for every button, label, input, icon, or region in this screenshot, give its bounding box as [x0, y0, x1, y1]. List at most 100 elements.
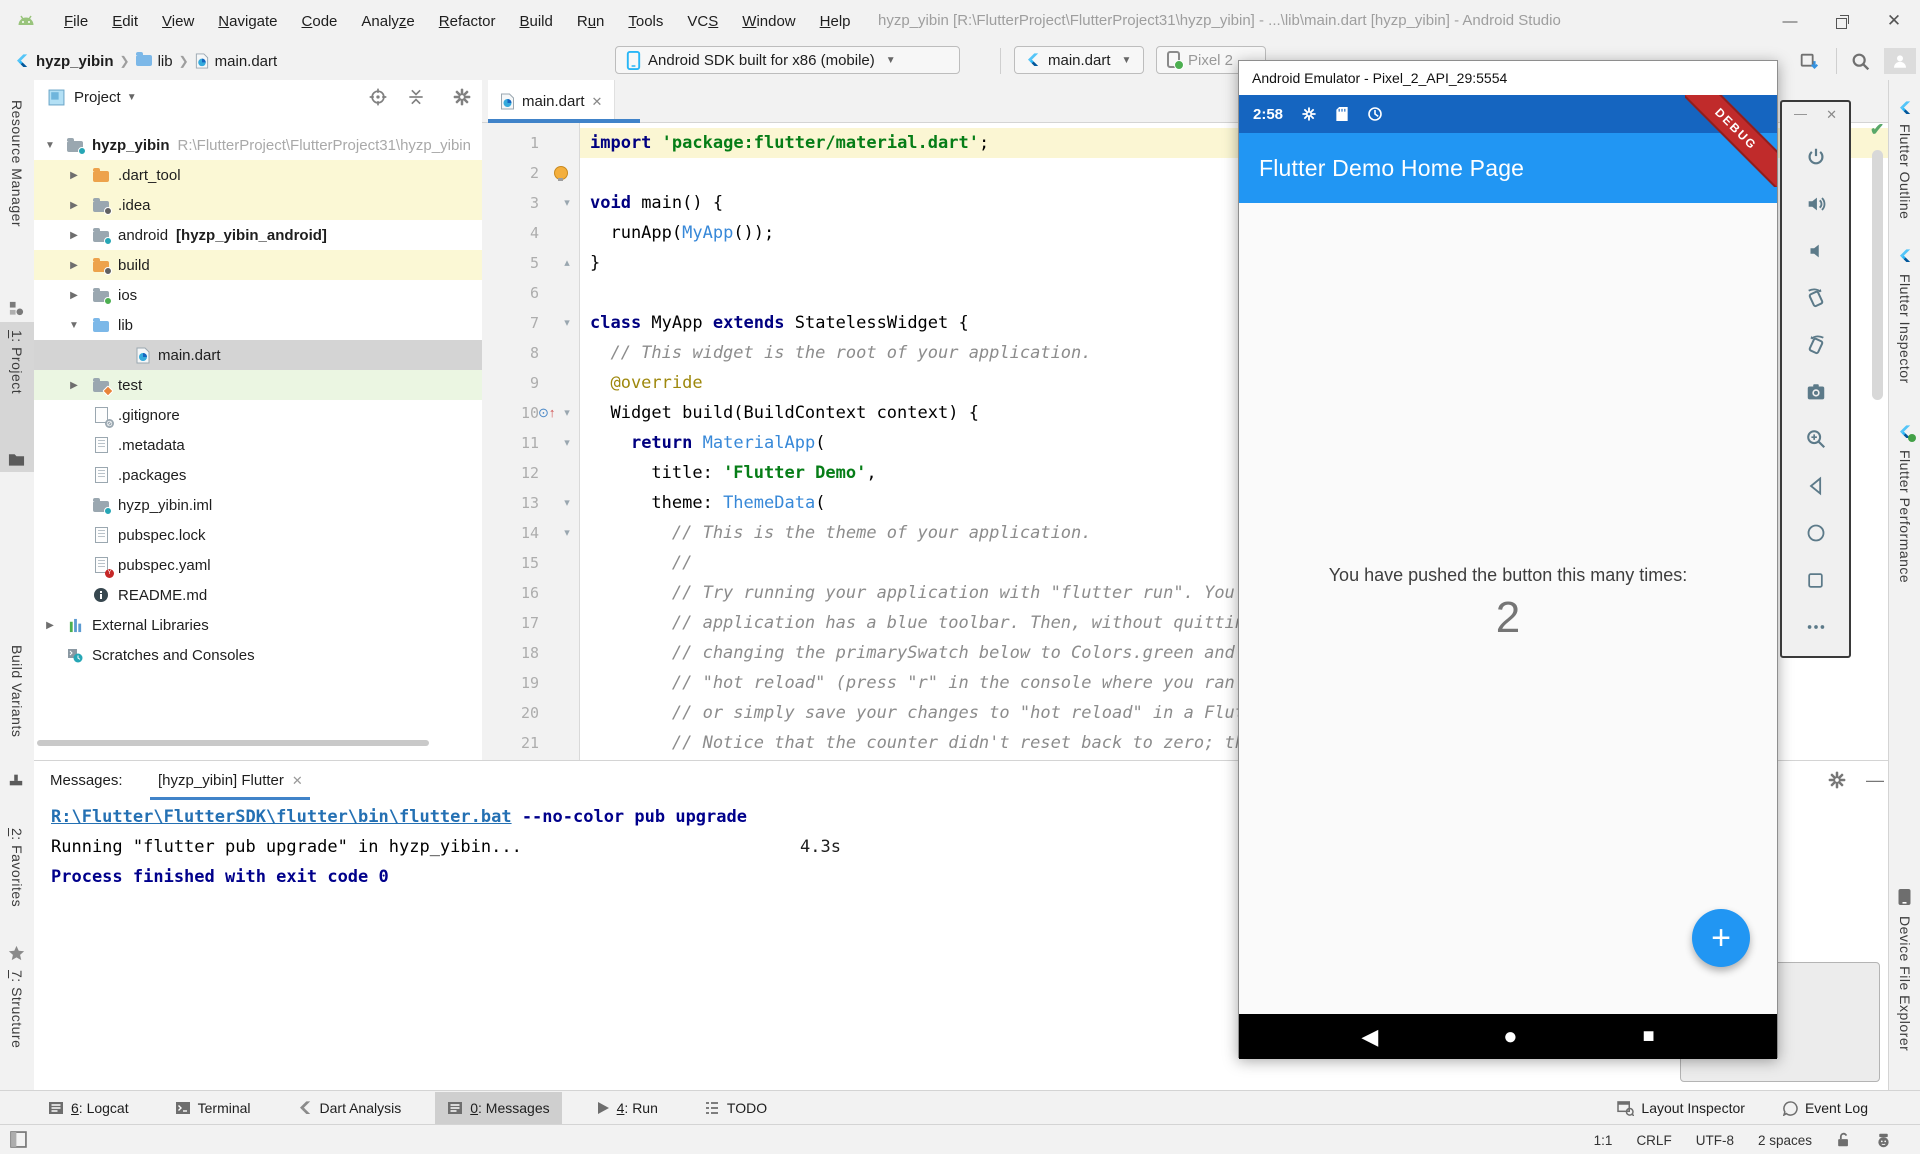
tree-expand-arrow[interactable]: ▶ [68, 380, 80, 391]
emulator-overview-icon[interactable] [1782, 563, 1849, 597]
tree-row-external-libraries[interactable]: ▶External Libraries [34, 610, 482, 640]
tool-window-switcher-icon[interactable] [10, 1131, 27, 1148]
menu-help[interactable]: Help [808, 13, 863, 30]
intention-bulb-icon[interactable] [554, 166, 568, 180]
search-everywhere-icon[interactable] [1850, 51, 1872, 73]
menu-file[interactable]: File [52, 13, 100, 30]
ide-notifications-icon[interactable] [1875, 1132, 1892, 1149]
encoding[interactable]: UTF-8 [1696, 1133, 1734, 1148]
tree-row-hyzp-yibin[interactable]: ▼hyzp_yibinR:\FlutterProject\FlutterProj… [34, 130, 482, 160]
toolwindow-4-run[interactable]: 4: Run [584, 1092, 670, 1125]
sidebar-item-resource-manager[interactable]: Resource Manager [9, 100, 25, 227]
fab-increment-button[interactable]: + [1692, 909, 1750, 967]
menu-navigate[interactable]: Navigate [206, 13, 289, 30]
flutter-green-icon[interactable] [1897, 424, 1913, 440]
locate-file-icon[interactable] [368, 87, 388, 107]
tree-row-pubspec-yaml[interactable]: Ypubspec.yaml [34, 550, 482, 580]
tree-row-readme-md[interactable]: README.md [34, 580, 482, 610]
menu-vcs[interactable]: VCS [675, 13, 730, 30]
restore-button[interactable] [1816, 0, 1868, 42]
resource-manager-icon[interactable] [8, 300, 25, 317]
menu-tools[interactable]: Tools [616, 13, 675, 30]
toolwindow-todo[interactable]: TODO [692, 1092, 779, 1125]
toolwindow-6-logcat[interactable]: 6: Logcat [36, 1092, 141, 1125]
emulator-more-icon[interactable] [1782, 610, 1849, 644]
tree-row--packages[interactable]: .packages [34, 460, 482, 490]
tree-row-ios[interactable]: ▶ios [34, 280, 482, 310]
settings-gear-icon[interactable] [1827, 770, 1849, 792]
settings-gear-icon[interactable] [452, 87, 472, 107]
fold-marker-icon[interactable]: ▾ [560, 188, 574, 218]
tree-expand-arrow[interactable]: ▶ [68, 200, 80, 211]
tree-expand-arrow[interactable]: ▶ [44, 620, 56, 631]
tree-expand-arrow[interactable]: ▼ [68, 320, 80, 331]
tree-expand-arrow[interactable]: ▼ [44, 140, 56, 151]
hide-panel-icon[interactable]: — [1864, 770, 1886, 792]
emulator-title-bar[interactable]: Android Emulator - Pixel_2_API_29:5554 [1239, 61, 1777, 95]
editor-scrollbar[interactable] [1872, 150, 1883, 400]
inspection-ok-icon[interactable]: ✔ [1870, 120, 1884, 140]
menu-view[interactable]: View [150, 13, 206, 30]
avatar[interactable] [1884, 48, 1916, 74]
override-marker-icon[interactable]: ⊙↑ [538, 398, 558, 428]
tree-expand-arrow[interactable]: ▶ [68, 230, 80, 241]
toolwindow-event-log[interactable]: Event Log [1771, 1092, 1880, 1125]
menu-run[interactable]: Run [565, 13, 617, 30]
breadcrumb-item[interactable]: hyzp_yibin [36, 53, 114, 70]
breadcrumb-item[interactable]: main.dart [215, 53, 278, 70]
menu-analyze[interactable]: Analyze [349, 13, 426, 30]
tree-row-scratches-and-consoles[interactable]: Scratches and Consoles [34, 640, 482, 670]
indent-setting[interactable]: 2 spaces [1758, 1133, 1812, 1148]
menu-window[interactable]: Window [730, 13, 807, 30]
fold-marker-icon[interactable]: ▾ [560, 518, 574, 548]
fold-marker-icon[interactable]: ▾ [560, 428, 574, 458]
tree-row--gitignore[interactable]: ⊘.gitignore [34, 400, 482, 430]
console-link[interactable]: R:\Flutter\FlutterSDK\flutter\bin\flutte… [51, 807, 512, 827]
emulator-home-icon[interactable] [1782, 516, 1849, 550]
sidebar-item-device-file-explorer[interactable]: Device File Explorer [1897, 916, 1913, 1051]
flutter-icon[interactable] [1897, 100, 1913, 116]
tree-row--dart-tool[interactable]: ▶.dart_tool [34, 160, 482, 190]
fold-marker-icon[interactable]: ▾ [560, 398, 574, 428]
sidebar-item-flutter-outline[interactable]: Flutter Outline [1897, 124, 1913, 219]
emulator-zoom-icon[interactable] [1782, 422, 1849, 456]
menu-code[interactable]: Code [290, 13, 350, 30]
tree-row-main-dart[interactable]: main.dart [34, 340, 482, 370]
home-icon[interactable]: ● [1503, 1023, 1518, 1051]
sidebar-item--project[interactable]: 1: Project [9, 330, 25, 394]
sidebar-item-flutter-performance[interactable]: Flutter Performance [1897, 450, 1913, 583]
fold-marker-icon[interactable]: ▾ [560, 308, 574, 338]
device-icon[interactable] [1897, 888, 1912, 906]
overview-icon[interactable]: ■ [1642, 1025, 1654, 1048]
emulator-rotate-right-icon[interactable] [1782, 328, 1849, 362]
emulator-screenshot-icon[interactable] [1782, 375, 1849, 409]
line-ending[interactable]: CRLF [1636, 1133, 1671, 1148]
emulator-back-icon[interactable] [1782, 469, 1849, 503]
menu-edit[interactable]: Edit [100, 13, 150, 30]
tab-main-dart[interactable]: main.dart ✕ [488, 80, 615, 123]
close-icon[interactable]: ✕ [1826, 107, 1837, 123]
tree-expand-arrow[interactable]: ▶ [68, 170, 80, 181]
project-folder-icon[interactable] [8, 452, 25, 467]
sidebar-item-flutter-inspector[interactable]: Flutter Inspector [1897, 274, 1913, 384]
tree-row-lib[interactable]: ▼lib [34, 310, 482, 340]
run-config-selector[interactable]: main.dart▼ [1014, 46, 1144, 74]
device-selector[interactable]: Android SDK built for x86 (mobile)▼ [615, 46, 960, 74]
tree-row--metadata[interactable]: .metadata [34, 430, 482, 460]
tree-row-hyzp-yibin-iml[interactable]: hyzp_yibin.iml [34, 490, 482, 520]
star-icon[interactable] [8, 945, 25, 962]
tree-row--idea[interactable]: ▶.idea [34, 190, 482, 220]
tree-expand-arrow[interactable]: ▶ [68, 290, 80, 301]
toolwindow-dart-analysis[interactable]: Dart Analysis [285, 1092, 414, 1125]
close-button[interactable]: ✕ [1868, 0, 1920, 42]
back-icon[interactable]: ◀ [1361, 1024, 1378, 1050]
collapse-all-icon[interactable] [406, 87, 426, 107]
toolwindow-terminal[interactable]: Terminal [163, 1092, 263, 1125]
emulator-volume-up-icon[interactable] [1782, 187, 1849, 221]
toolwindow-0-messages[interactable]: 0: Messages [435, 1092, 561, 1125]
tree-row-pubspec-lock[interactable]: pubspec.lock [34, 520, 482, 550]
flutter-icon[interactable] [1897, 248, 1913, 264]
caret-position[interactable]: 1:1 [1594, 1133, 1613, 1148]
close-tab-icon[interactable]: ✕ [592, 94, 603, 110]
menu-build[interactable]: Build [507, 13, 564, 30]
